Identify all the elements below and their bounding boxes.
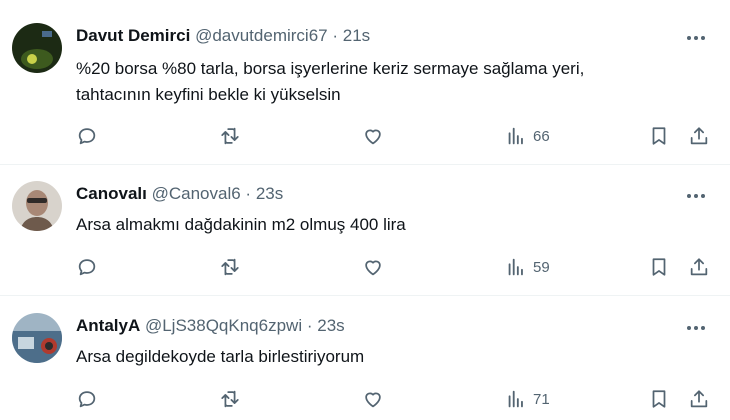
like-icon	[365, 129, 381, 145]
retweet-button[interactable]	[219, 252, 241, 282]
like-icon	[365, 392, 381, 408]
views-icon	[508, 127, 523, 145]
author-handle[interactable]: @Canoval6	[152, 184, 241, 203]
tweet-2[interactable]: Canovalı @Canoval6 · 23s Arsa almakmı da…	[0, 165, 730, 296]
views-button[interactable]: 66	[505, 121, 550, 151]
views-button[interactable]: 71	[505, 384, 550, 414]
tweet-actions: 71	[0, 384, 730, 414]
share-icon	[690, 390, 708, 408]
like-button[interactable]	[362, 121, 384, 151]
share-button[interactable]	[688, 121, 710, 151]
tweet-3[interactable]: AntalyA @LjS38QqKnq6zpwi · 23s Arsa degi…	[0, 296, 730, 420]
tweet-actions: 66	[0, 121, 730, 151]
share-icon	[690, 258, 708, 276]
author-name[interactable]: Davut Demirci	[76, 26, 190, 45]
tweet-1[interactable]: Davut Demirci @davutdemirci67 · 21s %20 …	[0, 0, 730, 165]
separator: ·	[245, 184, 252, 203]
like-icon	[365, 260, 381, 276]
views-button[interactable]: 59	[505, 252, 550, 282]
like-button[interactable]	[362, 384, 384, 414]
reply-icon	[78, 259, 96, 276]
like-button[interactable]	[362, 252, 384, 282]
retweet-icon	[221, 258, 239, 276]
share-button[interactable]	[688, 252, 710, 282]
bookmark-icon	[652, 127, 666, 145]
retweet-button[interactable]	[219, 121, 241, 151]
views-icon	[508, 258, 523, 276]
more-icon[interactable]	[682, 28, 710, 48]
more-icon[interactable]	[682, 186, 710, 206]
tweet-header: Canovalı @Canoval6 · 23s	[76, 183, 283, 205]
separator: ·	[332, 26, 339, 45]
author-name[interactable]: Canovalı	[76, 184, 147, 203]
avatar[interactable]	[12, 313, 62, 363]
timestamp[interactable]: 23s	[256, 184, 283, 203]
share-button[interactable]	[688, 384, 710, 414]
views-count: 59	[533, 258, 550, 276]
timestamp[interactable]: 23s	[317, 316, 344, 335]
author-handle[interactable]: @LjS38QqKnq6zpwi	[145, 316, 302, 335]
bookmark-button[interactable]	[648, 252, 670, 282]
tweet-text: Arsa degildekoyde tarla birlestiriyorum	[76, 344, 676, 370]
views-icon	[508, 390, 523, 408]
retweet-icon	[221, 127, 239, 145]
views-count: 66	[533, 127, 550, 145]
timeline-feed: Davut Demirci @davutdemirci67 · 21s %20 …	[0, 0, 730, 420]
more-icon[interactable]	[682, 318, 710, 338]
avatar[interactable]	[12, 181, 62, 231]
reply-button[interactable]	[76, 384, 98, 414]
reply-button[interactable]	[76, 121, 98, 151]
tweet-text: %20 borsa %80 tarla, borsa işyerlerine k…	[76, 56, 676, 108]
bookmark-icon	[652, 258, 666, 276]
bookmark-icon	[652, 390, 666, 408]
views-count: 71	[533, 390, 550, 408]
bookmark-button[interactable]	[648, 121, 670, 151]
author-handle[interactable]: @davutdemirci67	[195, 26, 328, 45]
retweet-button[interactable]	[219, 384, 241, 414]
separator: ·	[306, 316, 313, 335]
tweet-actions: 59	[0, 252, 730, 282]
tweet-text: Arsa almakmı dağdakinin m2 olmuş 400 lir…	[76, 212, 676, 238]
reply-icon	[78, 128, 96, 145]
avatar[interactable]	[12, 23, 62, 73]
tweet-header: AntalyA @LjS38QqKnq6zpwi · 23s	[76, 315, 345, 337]
share-icon	[690, 127, 708, 145]
tweet-text-line: %20 borsa %80 tarla, borsa işyerlerine k…	[76, 59, 585, 78]
bookmark-button[interactable]	[648, 384, 670, 414]
author-name[interactable]: AntalyA	[76, 316, 140, 335]
reply-icon	[78, 391, 96, 408]
retweet-icon	[221, 390, 239, 408]
reply-button[interactable]	[76, 252, 98, 282]
tweet-header: Davut Demirci @davutdemirci67 · 21s	[76, 25, 370, 47]
tweet-text-line: Arsa degildekoyde tarla birlestiriyorum	[76, 347, 365, 366]
tweet-text-line: tahtacının keyfini bekle ki yükselsin	[76, 85, 341, 104]
timestamp[interactable]: 21s	[343, 26, 370, 45]
tweet-text-line: Arsa almakmı dağdakinin m2 olmuş 400 lir…	[76, 215, 406, 234]
